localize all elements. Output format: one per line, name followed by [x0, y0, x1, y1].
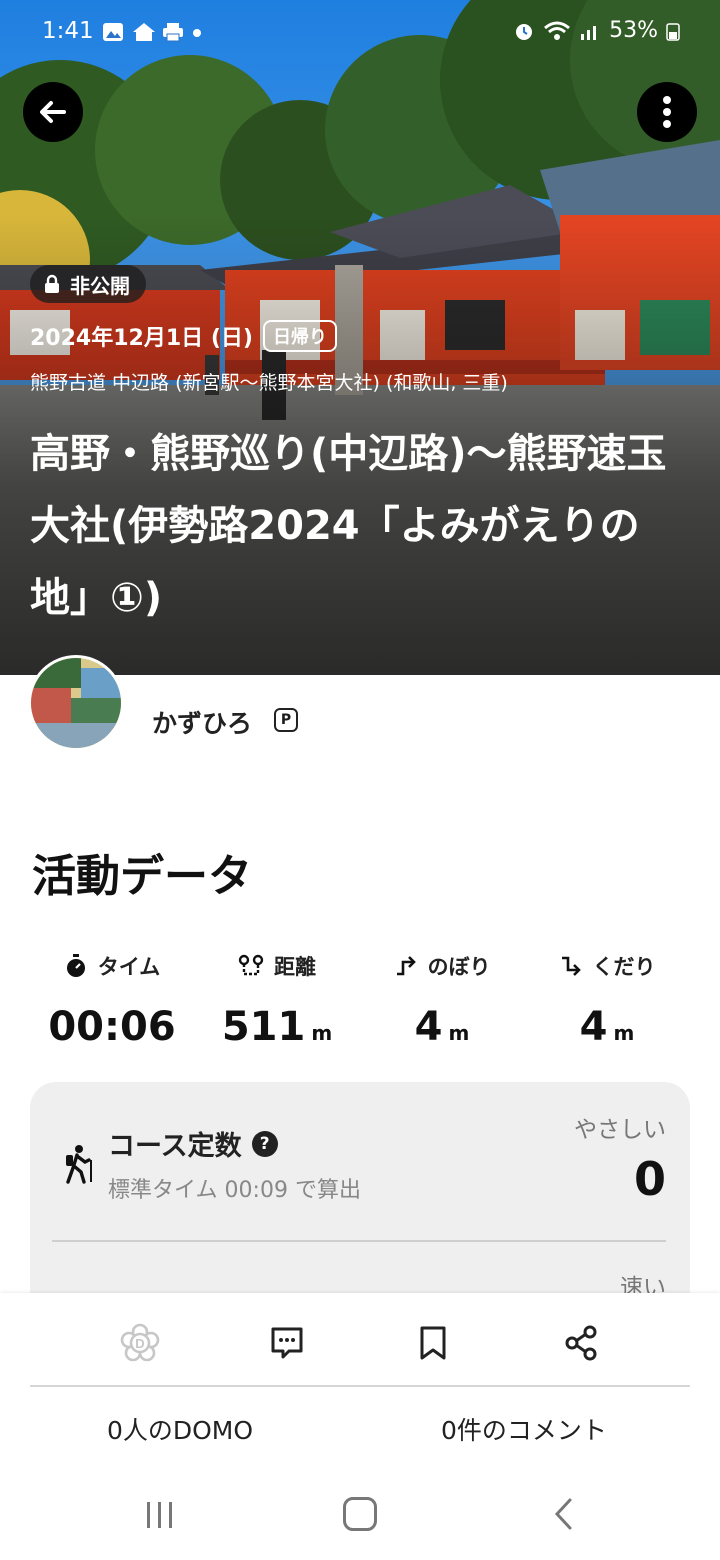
hero-image: 1:41 53% 非公開 2024年12月1日 (日) 日帰り 熊野古道 中辺路…	[0, 0, 720, 675]
recent-apps-icon[interactable]	[144, 1499, 176, 1531]
course-constant-subtitle: 標準タイム 00:09 で算出	[108, 1178, 361, 1203]
ascent-arrow-icon	[396, 956, 416, 976]
system-back-icon[interactable]	[552, 1497, 574, 1531]
bookmark-icon	[420, 1326, 446, 1360]
activity-location[interactable]: 熊野古道 中辺路 (新宮駅～熊野本宮大社) (和歌山, 三重)	[30, 368, 508, 395]
lock-icon	[45, 274, 59, 293]
home-button-icon[interactable]	[343, 1497, 377, 1531]
stat-descent: くだり 4m	[522, 950, 692, 1050]
status-right: 53%	[513, 18, 680, 43]
help-icon[interactable]: ?	[251, 1130, 278, 1157]
status-notification-icons	[102, 22, 214, 42]
route-distance-icon	[238, 954, 264, 976]
comment-bubble-icon	[271, 1327, 303, 1359]
stat-ascent-value: 4	[414, 1004, 443, 1050]
vertical-dots-icon	[663, 96, 671, 128]
bottom-action-bar: D 0人のDOMO 0件のコメント	[0, 1293, 720, 1483]
avatar-image	[31, 658, 121, 748]
stat-time: タイム 00:06	[27, 950, 197, 1050]
private-badge: 非公開	[30, 265, 146, 303]
more-notifications-dot-icon	[192, 22, 214, 42]
action-bar-divider	[30, 1385, 690, 1387]
svg-text:D: D	[135, 1336, 144, 1351]
domo-count-link[interactable]: 0人のDOMO	[30, 1411, 330, 1447]
system-navigation-bar	[0, 1483, 720, 1560]
home-notification-icon	[132, 22, 155, 42]
battery-icon	[666, 22, 680, 41]
stat-time-label: タイム	[97, 955, 161, 979]
activity-title: 高野・熊野巡り(中辺路)～熊野速玉大社(伊勢路2024「よみがえりの地」①)	[30, 431, 667, 621]
course-constant-value: 0	[633, 1152, 666, 1206]
domo-button[interactable]: D	[110, 1313, 170, 1373]
domo-flower-icon: D	[120, 1323, 160, 1362]
share-button[interactable]	[551, 1313, 611, 1373]
more-options-button[interactable]	[637, 82, 697, 142]
wifi-icon	[544, 21, 571, 40]
bookmark-button[interactable]	[403, 1313, 463, 1373]
signal-icon	[581, 25, 597, 40]
activity-data-heading: 活動データ	[32, 851, 252, 902]
stat-distance-label: 距離	[274, 955, 316, 979]
stat-ascent: のぼり 4m	[357, 950, 527, 1050]
course-difficulty-level: やさしい	[574, 1117, 666, 1143]
visibility-label: 非公開	[70, 273, 130, 298]
gallery-notification-icon	[102, 22, 124, 42]
activity-date-line: 2024年12月1日 (日) 日帰り	[30, 320, 337, 352]
arrow-left-icon	[40, 101, 66, 123]
stat-distance-unit: m	[311, 1021, 333, 1045]
trip-type-chip: 日帰り	[262, 320, 337, 352]
back-button[interactable]	[23, 82, 83, 142]
activity-date: 2024年12月1日 (日)	[30, 326, 253, 351]
comment-count-link[interactable]: 0件のコメント	[374, 1411, 674, 1447]
comment-button[interactable]	[257, 1313, 317, 1373]
stat-descent-label: くだり	[592, 955, 656, 979]
premium-badge-icon: P	[274, 708, 298, 732]
hiker-icon	[66, 1145, 92, 1184]
stat-descent-unit: m	[613, 1021, 635, 1045]
course-constant-label: コース定数	[108, 1131, 242, 1162]
status-time: 1:41	[42, 18, 94, 44]
descent-arrow-icon	[561, 956, 581, 976]
course-constant-title: コース定数 ?	[108, 1124, 278, 1163]
stat-distance-value: 511	[221, 1004, 306, 1050]
stat-ascent-unit: m	[448, 1021, 470, 1045]
status-bar: 1:41 53%	[0, 0, 720, 68]
print-notification-icon	[162, 22, 184, 42]
author-avatar[interactable]	[28, 655, 124, 751]
battery-percent: 53%	[609, 18, 658, 43]
share-icon	[565, 1325, 597, 1361]
stat-descent-value: 4	[579, 1004, 608, 1050]
alarm-icon	[516, 23, 533, 40]
stat-time-value: 00:06	[48, 1004, 176, 1050]
author-name[interactable]: かずひろ	[152, 704, 252, 740]
stopwatch-icon	[66, 954, 85, 977]
card-divider	[52, 1240, 666, 1242]
stat-distance: 距離 511 m	[192, 950, 362, 1050]
stat-ascent-label: のぼり	[427, 955, 491, 979]
